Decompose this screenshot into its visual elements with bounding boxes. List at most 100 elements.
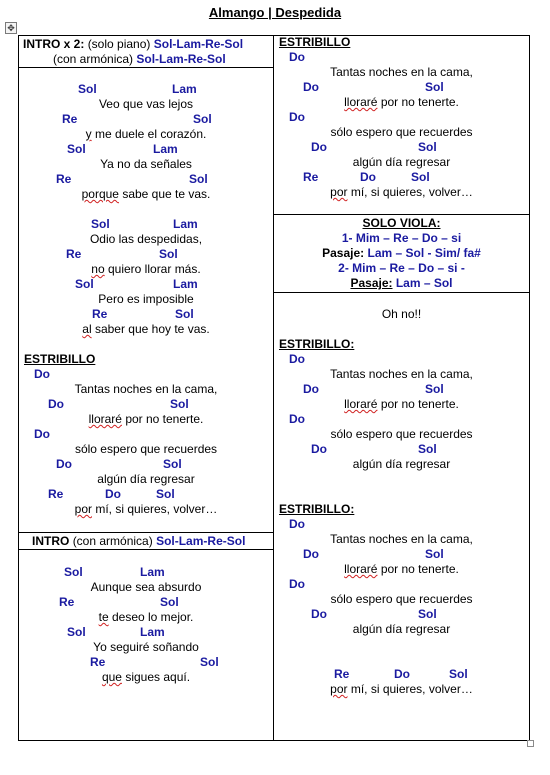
lyric-line: sólo espero que recuerdes bbox=[330, 125, 473, 139]
chord: Sol bbox=[175, 307, 194, 321]
chord: Re bbox=[92, 307, 108, 321]
chord: Re bbox=[303, 170, 319, 184]
lyric-line: Veo que vas lejos bbox=[98, 97, 194, 111]
section-heading: ESTRIBILLO bbox=[279, 35, 351, 49]
solo-line-2: 2- Mim – Re – Do – si - bbox=[338, 261, 465, 275]
intro-line-2: (con armónica) Sol-Lam-Re-Sol bbox=[53, 52, 226, 67]
chord: Lam bbox=[173, 277, 198, 291]
chord: Re bbox=[59, 595, 75, 609]
chord: Re bbox=[62, 112, 78, 126]
chord: Do bbox=[48, 397, 64, 411]
section-heading: ESTRIBILLO: bbox=[279, 502, 355, 516]
intro-mode-1: (solo piano) bbox=[87, 37, 151, 51]
lyric-line: porque sabe que te vas. bbox=[81, 187, 211, 201]
intro-mode-2: (con armónica) bbox=[53, 52, 134, 66]
chord: Sol bbox=[91, 217, 110, 231]
divider-right-solo-top bbox=[273, 214, 530, 215]
chord: Do bbox=[360, 170, 376, 184]
solo-pasaje-2: Pasaje: Lam – Sol bbox=[350, 276, 453, 290]
chord: Sol bbox=[160, 595, 179, 609]
chord: Re bbox=[334, 667, 350, 681]
lyric-line: por mí, si quieres, volver… bbox=[330, 185, 473, 199]
lyric-line: te deseo lo mejor. bbox=[98, 610, 194, 624]
chord: Do bbox=[394, 667, 410, 681]
lyric-line: sólo espero que recuerdes bbox=[330, 592, 473, 606]
chord: Re bbox=[66, 247, 82, 261]
chord: Do bbox=[105, 487, 121, 501]
lyric-line: Aunque sea absurdo bbox=[90, 580, 202, 594]
chord: Do bbox=[303, 382, 319, 396]
intro-line-1: INTRO x 2: (solo piano) Sol-Lam-Re-Sol bbox=[23, 37, 243, 52]
chord: Do bbox=[289, 412, 305, 426]
chord: Do bbox=[56, 457, 72, 471]
chord: Sol bbox=[67, 142, 86, 156]
lyric-line: Tantas noches en la cama, bbox=[330, 532, 473, 546]
lyric-line: lloraré por no tenerte. bbox=[88, 412, 204, 426]
lyric-line: Ya no da señales bbox=[100, 157, 192, 171]
chord: Lam bbox=[153, 142, 178, 156]
intro-chords-1: Sol-Lam-Re-Sol bbox=[153, 37, 244, 51]
solo-heading: SOLO VIOLA: bbox=[362, 216, 441, 230]
table-resize-handle[interactable] bbox=[527, 740, 534, 747]
lyric-line: algún día regresar bbox=[97, 472, 195, 486]
section-heading: ESTRIBILLO: bbox=[279, 337, 355, 351]
section-heading: ESTRIBILLO bbox=[24, 352, 96, 366]
chord: Do bbox=[311, 140, 327, 154]
lyric-line: lloraré por no tenerte. bbox=[344, 562, 459, 576]
lyric-line: Tantas noches en la cama, bbox=[330, 367, 473, 381]
intro-label: INTRO x 2: bbox=[23, 37, 85, 51]
chord: Sol bbox=[78, 82, 97, 96]
chord: Sol bbox=[418, 607, 437, 621]
lyric-line: Pero es imposible bbox=[98, 292, 194, 306]
chord: Sol bbox=[449, 667, 468, 681]
lyric-line: algún día regresar bbox=[352, 155, 451, 169]
chord: Sol bbox=[75, 277, 94, 291]
lyric-line: Odio las despedidas, bbox=[89, 232, 203, 246]
chord: Do bbox=[311, 442, 327, 456]
chord: Sol bbox=[425, 547, 444, 561]
lyric-line: lloraré por no tenerte. bbox=[344, 397, 459, 411]
lyric-line: algún día regresar bbox=[352, 457, 451, 471]
chord: Sol bbox=[425, 382, 444, 396]
divider-left-intro2-bottom bbox=[18, 549, 274, 550]
chord: Sol bbox=[67, 625, 86, 639]
chord: Lam bbox=[140, 625, 165, 639]
document-title: Almango | Despedida bbox=[208, 5, 342, 20]
chord: Lam bbox=[172, 82, 197, 96]
chord: Re bbox=[48, 487, 64, 501]
chord: Sol bbox=[418, 442, 437, 456]
chord: Re bbox=[56, 172, 72, 186]
lyric-line: y me duele el corazón. bbox=[85, 127, 207, 141]
chord: Sol bbox=[200, 655, 219, 669]
chord: Sol bbox=[163, 457, 182, 471]
chord: Sol bbox=[159, 247, 178, 261]
lyric-line: lloraré por no tenerte. bbox=[344, 95, 459, 109]
chord: Do bbox=[303, 547, 319, 561]
intro-chords-2: Sol-Lam-Re-Sol bbox=[136, 52, 226, 66]
lyric-line: sólo espero que recuerdes bbox=[330, 427, 473, 441]
lyric-line: sólo espero que recuerdes bbox=[74, 442, 218, 456]
chord: Lam bbox=[140, 565, 165, 579]
divider-left-intro2-top bbox=[18, 532, 274, 533]
solo-line-1: 1- Mim – Re – Do – si bbox=[341, 231, 462, 245]
solo-pasaje-1: Pasaje: Lam – Sol - Sim/ fa# bbox=[322, 246, 481, 260]
chord: Sol bbox=[425, 80, 444, 94]
chord: Lam bbox=[173, 217, 198, 231]
chord: Sol bbox=[418, 140, 437, 154]
intro-2-mode: (con armónica) bbox=[72, 534, 153, 548]
lyric-line: que sigues aquí. bbox=[101, 670, 191, 684]
lyric-line: Tantas noches en la cama, bbox=[74, 382, 218, 396]
chord: Do bbox=[311, 607, 327, 621]
chord: Do bbox=[289, 517, 305, 531]
table-move-handle-icon[interactable]: ✥ bbox=[5, 22, 17, 34]
lyric-line: no quiero llorar más. bbox=[91, 262, 201, 276]
chord: Do bbox=[289, 50, 305, 64]
chord: Sol bbox=[189, 172, 208, 186]
chord: Sol bbox=[170, 397, 189, 411]
chord: Do bbox=[289, 352, 305, 366]
intro-2-line: INTRO (con armónica) Sol-Lam-Re-Sol bbox=[32, 534, 245, 549]
oh-no-line: Oh no!! bbox=[381, 307, 422, 321]
divider-right-solo-bottom bbox=[273, 292, 530, 293]
lyric-line: Tantas noches en la cama, bbox=[330, 65, 473, 79]
lyric-line: por mí, si quieres, volver… bbox=[74, 502, 218, 516]
